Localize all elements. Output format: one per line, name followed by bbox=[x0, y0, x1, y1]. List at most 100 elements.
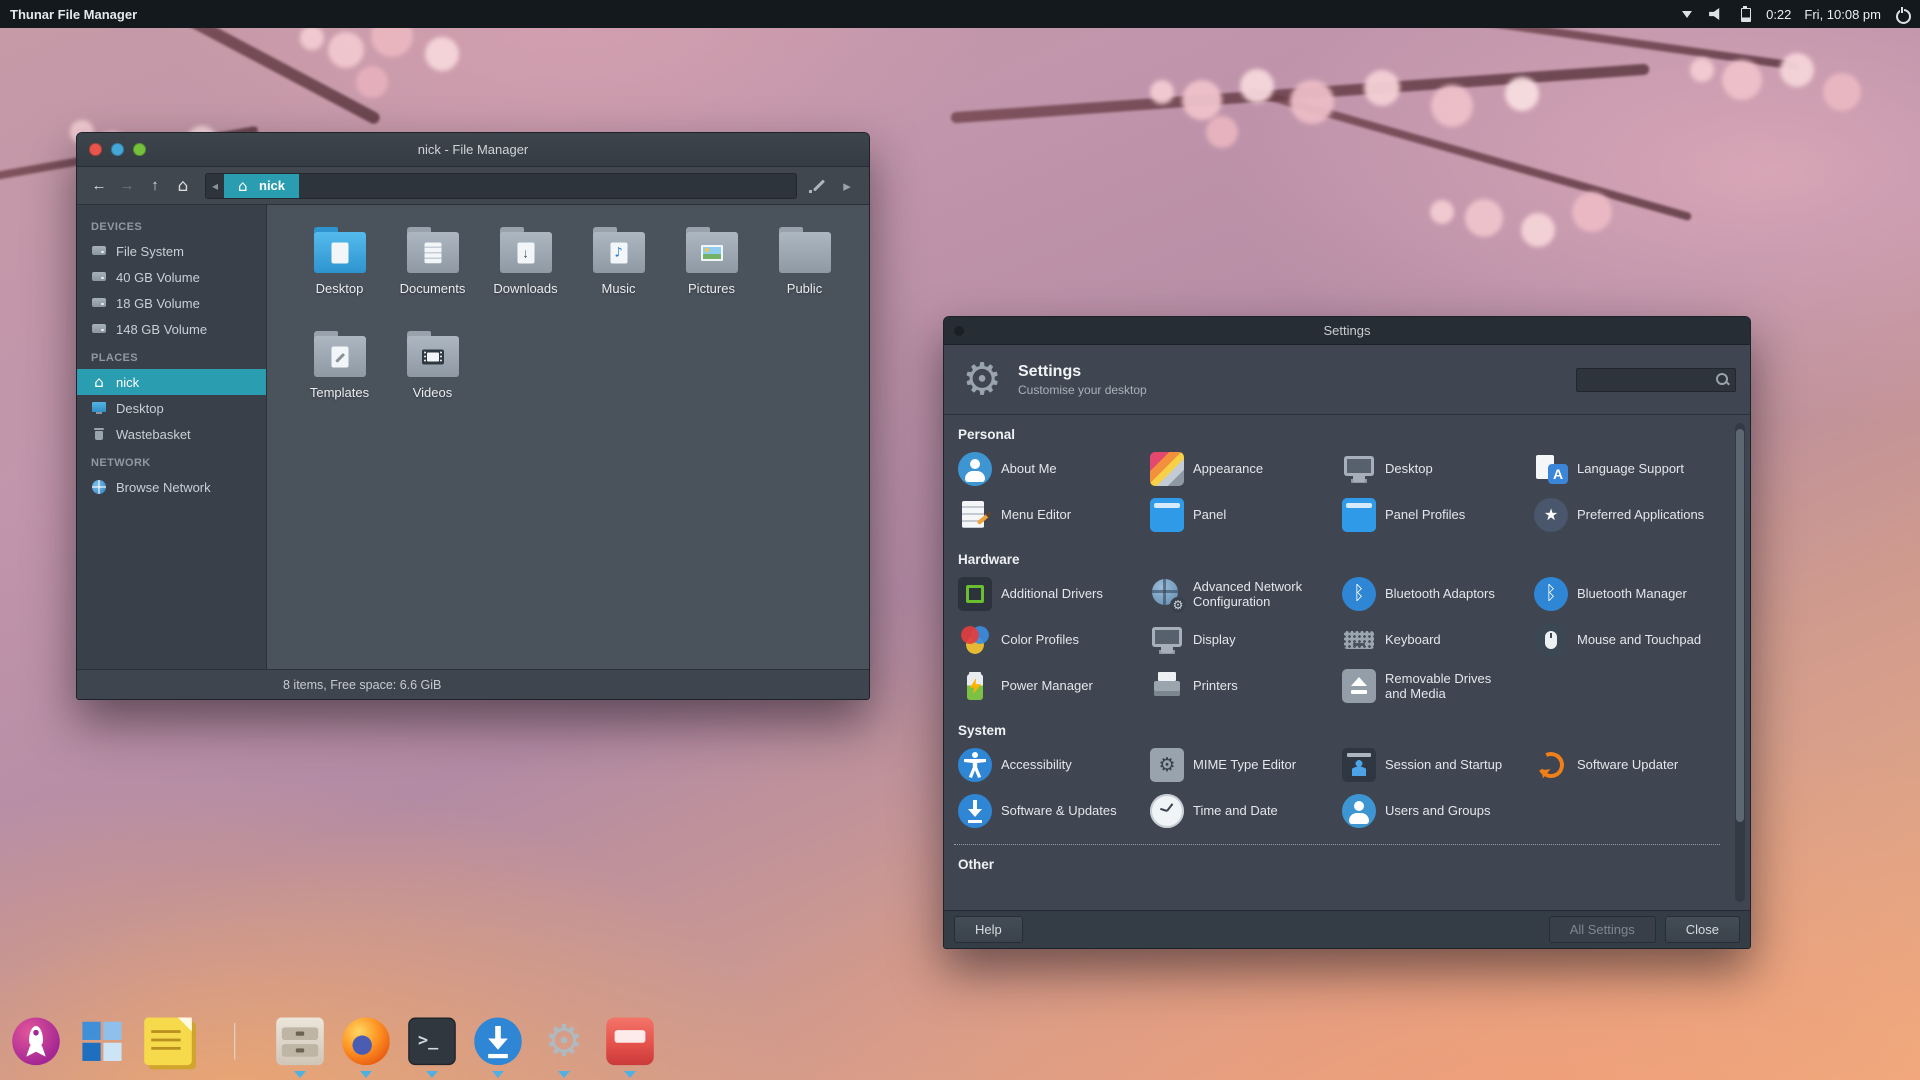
settings-item[interactable]: Removable Drives and Media bbox=[1338, 663, 1530, 709]
chip-icon bbox=[958, 577, 992, 611]
folder-item[interactable]: Pictures bbox=[665, 227, 758, 331]
battery-icon bbox=[958, 669, 992, 703]
sidebar-item[interactable]: Browse Network bbox=[77, 474, 266, 500]
settings-item[interactable]: Bluetooth Manager bbox=[1530, 571, 1722, 617]
settings-item[interactable]: Session and Startup bbox=[1338, 742, 1530, 788]
settings-item[interactable]: About Me bbox=[954, 446, 1146, 492]
sidebar-item[interactable]: Wastebasket bbox=[77, 421, 266, 447]
folder-item[interactable]: Desktop bbox=[293, 227, 386, 331]
folder-item[interactable]: Templates bbox=[293, 331, 386, 435]
search-icon[interactable] bbox=[1714, 371, 1731, 388]
settings-item[interactable]: Panel bbox=[1146, 492, 1338, 538]
settings-gear-icon bbox=[958, 356, 1006, 404]
settings-item[interactable]: Accessibility bbox=[954, 742, 1146, 788]
folder-item[interactable]: Videos bbox=[386, 331, 479, 435]
search-field[interactable] bbox=[1576, 368, 1736, 392]
forward-icon[interactable] bbox=[113, 173, 141, 199]
window-menu-icon[interactable] bbox=[954, 326, 964, 336]
scrollbar-thumb[interactable] bbox=[1736, 429, 1744, 822]
close-button[interactable]: Close bbox=[1665, 916, 1740, 943]
settings-item[interactable]: Preferred Applications bbox=[1530, 492, 1722, 538]
up-icon[interactable] bbox=[141, 173, 169, 199]
settings-item[interactable]: Bluetooth Adaptors bbox=[1338, 571, 1530, 617]
settings-item[interactable]: Appearance bbox=[1146, 446, 1338, 492]
search-input[interactable] bbox=[1581, 373, 1714, 387]
dock-item[interactable] bbox=[142, 1020, 194, 1080]
dock-item[interactable] bbox=[538, 1020, 590, 1080]
globe-gear-icon bbox=[1150, 577, 1184, 611]
panel-icon bbox=[1150, 498, 1184, 532]
dock-item[interactable] bbox=[10, 1020, 62, 1080]
back-icon[interactable] bbox=[85, 173, 113, 199]
edit-path-icon[interactable] bbox=[805, 173, 833, 199]
download-circle-icon bbox=[958, 794, 992, 828]
running-indicator bbox=[360, 1071, 372, 1078]
folder-downloads-icon bbox=[497, 227, 555, 274]
section-header-personal: Personal bbox=[944, 415, 1730, 446]
settings-item[interactable]: Time and Date bbox=[1146, 788, 1338, 834]
settings-item[interactable]: Language Support bbox=[1530, 446, 1722, 492]
home-icon[interactable] bbox=[169, 173, 197, 199]
battery-icon[interactable] bbox=[1737, 6, 1753, 22]
power-icon[interactable] bbox=[1894, 6, 1910, 22]
network-icon[interactable] bbox=[1679, 6, 1695, 22]
folder-templates-icon bbox=[311, 331, 369, 378]
close-window-button[interactable] bbox=[89, 143, 102, 156]
sidebar-item[interactable]: 18 GB Volume bbox=[77, 290, 266, 316]
file-manager-titlebar[interactable]: nick - File Manager bbox=[77, 133, 869, 167]
maximize-window-button[interactable] bbox=[133, 143, 146, 156]
sidebar-item[interactable]: nick bbox=[77, 369, 266, 395]
clock[interactable]: Fri, 10:08 pm bbox=[1804, 7, 1881, 22]
settings-item[interactable]: Panel Profiles bbox=[1338, 492, 1530, 538]
settings-item[interactable]: Printers bbox=[1146, 663, 1338, 709]
settings-item[interactable]: Mouse and Touchpad bbox=[1530, 617, 1722, 663]
folder-item[interactable]: Documents bbox=[386, 227, 479, 331]
settings-titlebar[interactable]: Settings bbox=[944, 317, 1750, 345]
dock-item[interactable] bbox=[76, 1020, 128, 1080]
sidebar-item[interactable]: File System bbox=[77, 238, 266, 264]
settings-item[interactable]: Display bbox=[1146, 617, 1338, 663]
folder-item[interactable]: Public bbox=[758, 227, 851, 331]
folder-view[interactable]: Desktop Documents Downloads Music Pictur… bbox=[267, 205, 869, 669]
all-settings-button[interactable]: All Settings bbox=[1549, 916, 1656, 943]
folder-item[interactable]: Downloads bbox=[479, 227, 572, 331]
running-indicator bbox=[426, 1071, 438, 1078]
dock-item[interactable] bbox=[604, 1020, 656, 1080]
sidebar-item[interactable]: 148 GB Volume bbox=[77, 316, 266, 342]
settings-item[interactable]: Menu Editor bbox=[954, 492, 1146, 538]
gear-icon bbox=[540, 1018, 588, 1066]
path-scroll-right-icon[interactable] bbox=[833, 173, 861, 199]
dock-item[interactable] bbox=[472, 1020, 524, 1080]
path-bar[interactable]: nick bbox=[205, 173, 797, 199]
dock-item[interactable] bbox=[274, 1020, 326, 1080]
settings-item[interactable]: Additional Drivers bbox=[954, 571, 1146, 617]
sidebar-item[interactable]: 40 GB Volume bbox=[77, 264, 266, 290]
dock-item[interactable] bbox=[208, 1020, 260, 1080]
settings-item[interactable]: Power Manager bbox=[954, 663, 1146, 709]
folder-item[interactable]: Music bbox=[572, 227, 665, 331]
dock-item[interactable] bbox=[406, 1020, 458, 1080]
running-indicator bbox=[558, 1071, 570, 1078]
help-button[interactable]: Help bbox=[954, 916, 1023, 943]
rocket-icon bbox=[12, 1018, 60, 1066]
language-icon bbox=[1534, 452, 1568, 486]
sidebar-item[interactable]: Desktop bbox=[77, 395, 266, 421]
minimize-window-button[interactable] bbox=[111, 143, 124, 156]
settings-item[interactable]: Desktop bbox=[1338, 446, 1530, 492]
settings-item[interactable]: Users and Groups bbox=[1338, 788, 1530, 834]
system-tray: 0:22 Fri, 10:08 pm bbox=[1679, 6, 1910, 22]
dock-item[interactable] bbox=[340, 1020, 392, 1080]
settings-item[interactable]: MIME Type Editor bbox=[1146, 742, 1338, 788]
notes-icon bbox=[144, 1018, 192, 1066]
path-scroll-left-icon[interactable] bbox=[206, 174, 224, 198]
volume-icon[interactable] bbox=[1708, 6, 1724, 22]
scrollbar[interactable] bbox=[1735, 423, 1745, 902]
personal-grid: About Me Appearance Desktop Language Sup… bbox=[944, 446, 1730, 540]
mouse-icon bbox=[1534, 623, 1568, 657]
settings-item[interactable]: Software & Updates bbox=[954, 788, 1146, 834]
settings-item[interactable]: Color Profiles bbox=[954, 617, 1146, 663]
settings-item[interactable]: Keyboard bbox=[1338, 617, 1530, 663]
settings-item[interactable]: Advanced Network Configuration bbox=[1146, 571, 1338, 617]
breadcrumb-current[interactable]: nick bbox=[224, 174, 299, 198]
settings-item[interactable]: Software Updater bbox=[1530, 742, 1722, 788]
